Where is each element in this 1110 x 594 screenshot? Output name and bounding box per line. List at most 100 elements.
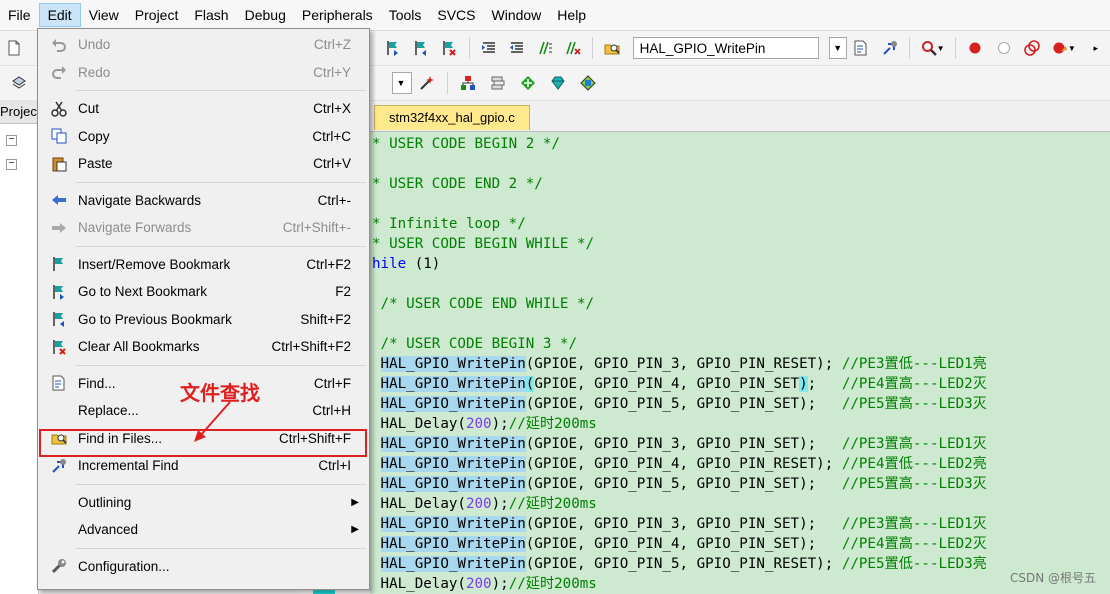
target-options-button[interactable] — [416, 72, 438, 94]
find-icon — [40, 370, 78, 397]
menu-help[interactable]: Help — [549, 3, 594, 27]
edit-menu: Undo Ctrl+Z Redo Ctrl+Y Cut Ctrl+X Copy Ctrl+C P… — [37, 28, 370, 590]
menu-item-label: Go to Next Bookmark — [78, 284, 208, 299]
menu-icon-slot — [40, 489, 78, 516]
indent-icon — [481, 42, 495, 53]
menu-item-clear-all-bookmarks[interactable]: Clear All Bookmarks Ctrl+Shift+F2 — [40, 333, 367, 360]
manage-project-items-button[interactable] — [457, 72, 479, 94]
menu-svcs[interactable]: SVCS — [429, 3, 483, 27]
menu-item-label: Paste — [78, 156, 113, 171]
indent-button[interactable] — [478, 37, 498, 59]
menu-separator — [76, 181, 366, 183]
code-comment: * USER CODE BEGIN WHILE */ — [372, 236, 595, 252]
menu-item-cut[interactable]: Cut Ctrl+X — [40, 95, 367, 122]
menu-item-shortcut: Ctrl+F2 — [306, 256, 351, 272]
breakpoint-icon — [969, 42, 981, 54]
stack-button[interactable] — [487, 72, 509, 94]
menu-item-go-to-next-bookmark[interactable]: Go to Next Bookmark F2 — [40, 278, 367, 305]
tree-collapse-toggle[interactable]: − — [6, 159, 17, 170]
run-time-environment-button[interactable] — [577, 72, 599, 94]
code-token: (GPIOE, GPIO_PIN_5, GPIO_PIN_RESET); — [525, 556, 842, 572]
toolbar-separator — [955, 37, 957, 59]
menu-item-undo[interactable]: Undo Ctrl+Z — [40, 31, 367, 58]
menu-item-outlining[interactable]: Outlining ▶ — [40, 489, 367, 516]
menu-item-insert-remove-bookmark[interactable]: Insert/Remove Bookmark Ctrl+F2 — [40, 251, 367, 278]
code-line: * USER CODE BEGIN 2 */ — [372, 134, 560, 154]
menu-view[interactable]: View — [81, 3, 127, 27]
code-line: HAL_Delay(200);//延时200ms — [372, 574, 597, 594]
arrow-right-icon — [40, 214, 78, 241]
menu-item-navigate-forwards[interactable]: Navigate Forwards Ctrl+Shift+- — [40, 214, 367, 241]
menu-item-label: Configuration... — [78, 558, 170, 574]
menu-file[interactable]: File — [0, 3, 39, 27]
previous-bookmark-icon — [40, 306, 78, 333]
previous-bookmark-button[interactable] — [411, 37, 431, 59]
target-combo-dropdown[interactable]: ▼ — [392, 72, 412, 94]
menu-window[interactable]: Window — [484, 3, 550, 27]
source-browser-button[interactable] — [880, 37, 900, 59]
uncomment-button[interactable] — [563, 37, 583, 59]
previous-bookmark-icon — [415, 41, 427, 56]
menu-edit[interactable]: Edit — [38, 3, 81, 27]
code-line: HAL_Delay(200);//延时200ms — [372, 494, 597, 514]
code-token: (GPIOE, GPIO_PIN_5, GPIO_PIN_SET); — [525, 476, 842, 492]
code-editor[interactable]: * USER CODE BEGIN 2 */ * USER CODE END 2 … — [370, 132, 1110, 594]
code-token: (GPIOE, GPIO_PIN_4, GPIO_PIN_RESET); — [525, 456, 842, 472]
comment-button[interactable] — [535, 37, 555, 59]
menu-item-paste[interactable]: Paste Ctrl+V — [40, 150, 367, 177]
menu-item-advanced[interactable]: Advanced ▶ — [40, 516, 367, 543]
menu-peripherals[interactable]: Peripherals — [294, 3, 381, 27]
find-in-files-toolbar-button[interactable] — [602, 37, 622, 59]
code-token: HAL_Delay( — [372, 416, 466, 432]
menu-project[interactable]: Project — [127, 3, 187, 27]
menu-debug[interactable]: Debug — [237, 3, 294, 27]
code-comment: //PE5置高---LED3灭 — [841, 396, 987, 412]
annotation-arrow — [194, 401, 231, 442]
clear-bookmarks-button[interactable] — [439, 37, 459, 59]
kill-all-breakpoints-button[interactable]: ▼ — [1050, 37, 1078, 59]
browse-button[interactable] — [851, 37, 871, 59]
disable-breakpoint-button[interactable] — [994, 37, 1014, 59]
code-comment: //PE3置高---LED1灭 — [841, 436, 987, 452]
code-token: ; — [807, 376, 842, 392]
translate-button[interactable] — [8, 72, 30, 94]
menu-item-navigate-backwards[interactable]: Navigate Backwards Ctrl+- — [40, 187, 367, 214]
project-tab[interactable]: Project — [0, 101, 38, 124]
breakpoint-button[interactable] — [965, 37, 985, 59]
menu-item-redo[interactable]: Redo Ctrl+Y — [40, 59, 367, 86]
menu-flash[interactable]: Flash — [186, 3, 236, 27]
code-token: ) — [799, 376, 808, 392]
disable-all-breakpoints-button[interactable] — [1022, 37, 1042, 59]
code-token: HAL_GPIO_WritePin — [380, 456, 526, 472]
file-tab[interactable]: stm32f4xx_hal_gpio.c — [374, 105, 530, 130]
code-token: (GPIOE, GPIO_PIN_5, GPIO_PIN_SET); — [525, 396, 842, 412]
function-combo-dropdown[interactable]: ▼ — [828, 37, 848, 59]
next-bookmark-button[interactable] — [383, 37, 403, 59]
menu-item-label: Navigate Backwards — [78, 192, 202, 208]
pack-installer-button[interactable] — [517, 72, 539, 94]
code-token: 200 — [465, 496, 492, 512]
menu-tools[interactable]: Tools — [381, 3, 430, 27]
code-token: (GPIOE, GPIO_PIN_4, GPIO_PIN_SET); — [525, 536, 842, 552]
code-line: HAL_GPIO_WritePin(GPIOE, GPIO_PIN_5, GPI… — [372, 394, 987, 414]
chevron-down-icon: ▼ — [936, 43, 945, 53]
debug-session-button[interactable]: ▼ — [919, 37, 947, 59]
next-bookmark-icon — [387, 41, 398, 56]
toolbar-separator — [592, 37, 594, 59]
select-packs-button[interactable] — [547, 72, 569, 94]
menu-item-go-to-previous-bookmark[interactable]: Go to Previous Bookmark Shift+F2 — [40, 306, 367, 333]
kill-all-breakpoints-icon — [1053, 42, 1067, 54]
toolbar-options-button[interactable]: ▸ — [1086, 37, 1106, 59]
gem-icon — [551, 76, 565, 90]
menu-item-configuration[interactable]: Configuration... — [40, 553, 367, 580]
new-file-button[interactable] — [4, 37, 24, 59]
code-token: 200 — [465, 576, 492, 592]
tree-collapse-toggle[interactable]: − — [6, 135, 17, 146]
menu-item-copy[interactable]: Copy Ctrl+C — [40, 123, 367, 150]
green-diamond-icon — [521, 76, 535, 90]
function-combo[interactable]: HAL_GPIO_WritePin — [632, 37, 819, 59]
unindent-button[interactable] — [507, 37, 527, 59]
